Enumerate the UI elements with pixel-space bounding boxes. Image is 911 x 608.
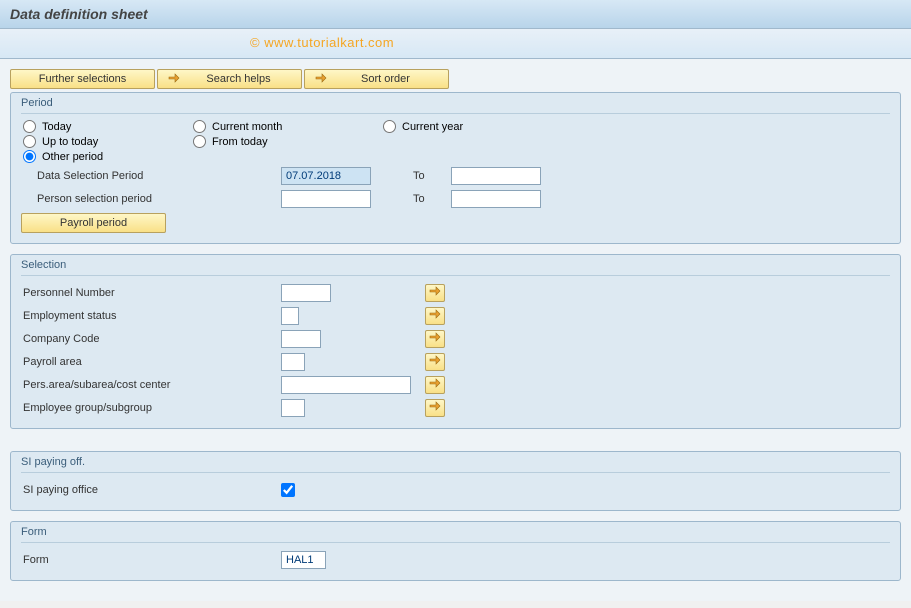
radio-other-period[interactable]: Other period [21, 150, 191, 163]
multiple-selection-button[interactable] [425, 399, 445, 417]
arrow-right-icon [429, 355, 441, 368]
form-label: Form [21, 554, 281, 566]
subheader: © www.tutorialkart.com [0, 29, 911, 59]
radio-current-month-label: Current month [212, 121, 282, 133]
radio-current-year-input[interactable] [383, 120, 396, 133]
data-selection-period-input[interactable] [281, 167, 371, 185]
selection-label: Personnel Number [21, 287, 281, 299]
selection-row: Pers.area/subarea/cost center [21, 374, 890, 395]
radio-today-label: Today [42, 121, 71, 133]
multiple-selection-button[interactable] [425, 330, 445, 348]
selection-input[interactable] [281, 353, 305, 371]
arrow-right-icon [315, 73, 327, 86]
selection-input[interactable] [281, 284, 331, 302]
form-input[interactable] [281, 551, 326, 569]
titlebar: Data definition sheet [0, 0, 911, 29]
form-legend: Form [21, 524, 890, 543]
person-selection-period-to-input[interactable] [451, 190, 541, 208]
sort-order-label: Sort order [333, 73, 438, 85]
radio-current-month-input[interactable] [193, 120, 206, 133]
payroll-period-label: Payroll period [60, 217, 127, 229]
search-helps-label: Search helps [186, 73, 291, 85]
selection-input[interactable] [281, 307, 299, 325]
radio-current-year[interactable]: Current year [381, 120, 541, 133]
toolbar: Further selections Search helps Sort ord… [10, 69, 901, 89]
arrow-right-icon [429, 401, 441, 414]
radio-current-year-label: Current year [402, 121, 463, 133]
sort-order-button[interactable]: Sort order [304, 69, 449, 89]
person-selection-period-input[interactable] [281, 190, 371, 208]
radio-up-to-today-input[interactable] [23, 135, 36, 148]
radio-up-to-today-label: Up to today [42, 136, 98, 148]
arrow-right-icon [429, 332, 441, 345]
selection-label: Employment status [21, 310, 281, 322]
further-selections-label: Further selections [39, 73, 126, 85]
selection-input[interactable] [281, 330, 321, 348]
radio-from-today-input[interactable] [193, 135, 206, 148]
selection-row: Personnel Number [21, 282, 890, 303]
radio-current-month[interactable]: Current month [191, 120, 381, 133]
page-title: Data definition sheet [10, 6, 148, 22]
selection-row: Payroll area [21, 351, 890, 372]
radio-from-today-label: From today [212, 136, 268, 148]
period-group: Period Today Current month Current year … [10, 92, 901, 244]
period-legend: Period [21, 95, 890, 114]
to-label-2: To [401, 193, 451, 205]
selection-input[interactable] [281, 376, 411, 394]
selection-legend: Selection [21, 257, 890, 276]
radio-up-to-today[interactable]: Up to today [21, 135, 191, 148]
arrow-right-icon [429, 286, 441, 299]
arrow-right-icon [168, 73, 180, 86]
radio-today-input[interactable] [23, 120, 36, 133]
person-selection-period-label: Person selection period [21, 193, 191, 205]
radio-today[interactable]: Today [21, 120, 191, 133]
multiple-selection-button[interactable] [425, 353, 445, 371]
si-paying-office-label: SI paying office [21, 484, 281, 496]
data-selection-period-label: Data Selection Period [21, 170, 191, 182]
selection-row: Employment status [21, 305, 890, 326]
further-selections-button[interactable]: Further selections [10, 69, 155, 89]
radio-other-period-label: Other period [42, 151, 103, 163]
to-label-1: To [401, 170, 451, 182]
multiple-selection-button[interactable] [425, 284, 445, 302]
selection-group: Selection Personnel Number Employment sta… [10, 254, 901, 429]
si-legend: SI paying off. [21, 454, 890, 473]
data-selection-period-to-input[interactable] [451, 167, 541, 185]
watermark-text: © www.tutorialkart.com [250, 35, 394, 50]
selection-row: Employee group/subgroup [21, 397, 890, 418]
selection-label: Pers.area/subarea/cost center [21, 379, 281, 391]
selection-label: Payroll area [21, 356, 281, 368]
payroll-period-button[interactable]: Payroll period [21, 213, 166, 233]
si-paying-office-checkbox[interactable] [281, 483, 295, 497]
selection-label: Employee group/subgroup [21, 402, 281, 414]
radio-other-period-input[interactable] [23, 150, 36, 163]
selection-label: Company Code [21, 333, 281, 345]
multiple-selection-button[interactable] [425, 376, 445, 394]
radio-from-today[interactable]: From today [191, 135, 381, 148]
arrow-right-icon [429, 309, 441, 322]
form-group: Form Form [10, 521, 901, 581]
search-helps-button[interactable]: Search helps [157, 69, 302, 89]
selection-row: Company Code [21, 328, 890, 349]
arrow-right-icon [429, 378, 441, 391]
selection-input[interactable] [281, 399, 305, 417]
si-paying-off-group: SI paying off. SI paying office [10, 451, 901, 511]
multiple-selection-button[interactable] [425, 307, 445, 325]
